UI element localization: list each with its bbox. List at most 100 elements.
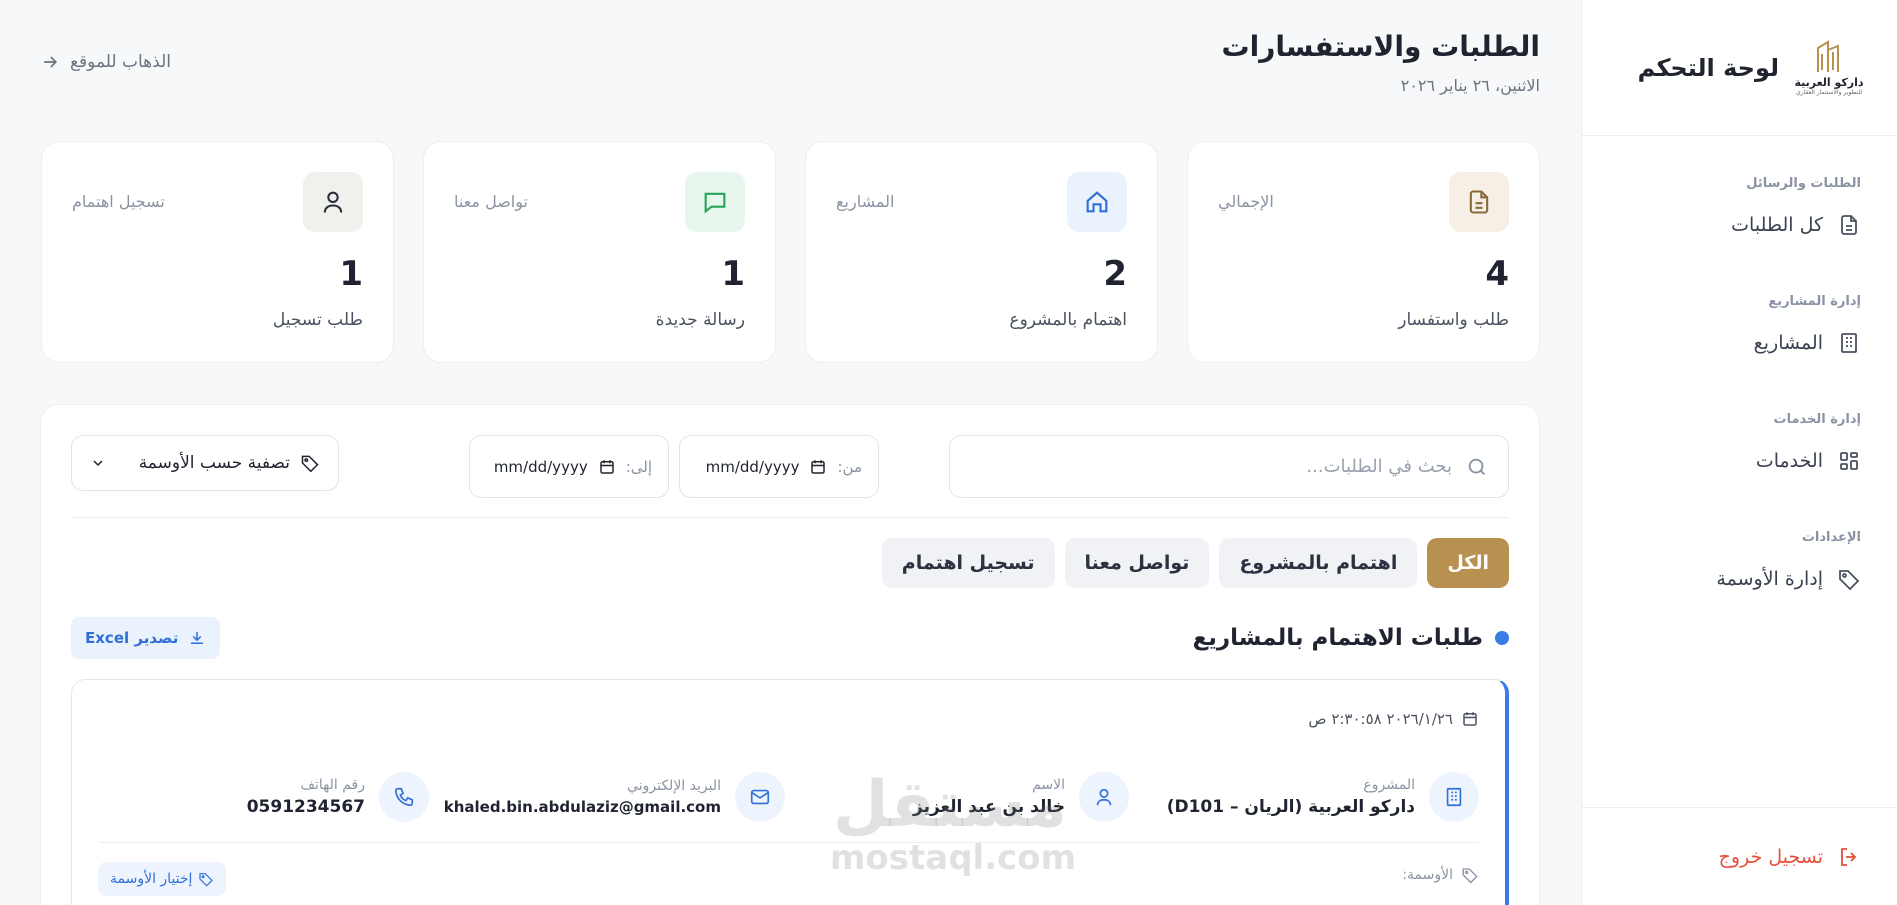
stat-card-contact: تواصل معنا 1 رسالة جديدة [423,141,776,363]
section-dot [1495,631,1509,645]
stat-card-projects: المشاريع 2 اهتمام بالمشروع [805,141,1158,363]
user-icon [1096,788,1112,806]
logout-icon [1841,847,1857,866]
stat-card-total: الإجمالي 4 طلب واستفسار [1187,141,1540,363]
logout-button[interactable]: تسجيل خروج [1581,807,1897,905]
tag-filter-label: تصفية حسب الأوسمة [138,453,290,473]
download-icon [191,632,204,644]
stat-subtitle: طلب واستفسار [1398,310,1509,330]
sidebar-item-label: إدارة الأوسمة [1716,568,1823,590]
calendar-icon [1463,712,1477,726]
stat-subtitle: طلب تسجيل [272,310,363,330]
field-icon-phone [379,772,429,822]
document-icon [1841,215,1857,235]
sidebar-item-label: الخدمات [1755,450,1823,472]
field-name: الاسم خالد بن عبد العزيز [913,772,1129,822]
mail-icon [750,789,770,805]
tab-all[interactable]: الكل [1427,538,1509,588]
search-box[interactable] [949,435,1509,498]
brand: داركو العربية للتطوير والاستثمار العقاري… [1582,0,1897,136]
tab-project-interest[interactable]: اهتمام بالمشروع [1219,538,1418,588]
user-icon [323,191,343,213]
field-label: المشروع [1363,777,1415,793]
field-project: المشروع داركو العربية (الريان – D101) [1167,772,1479,822]
card-divider [99,842,1479,843]
field-value: khaled.bin.abdulaziz@gmail.com [443,798,721,816]
field-label: البريد الإلكتروني [627,778,721,794]
request-card: ٢٠٢٦/١/٢٦ ٢:٣٠:٥٨ ص المشروع داركو العربي… [71,679,1509,905]
stat-value: 1 [339,254,363,294]
nav-heading-services: إدارة الخدمات [1773,412,1861,427]
sidebar-item-projects[interactable]: المشاريع [1582,324,1897,362]
field-phone: رقم الهاتف 0591234567 [247,772,429,822]
search-input[interactable] [992,456,1452,477]
goto-site-link[interactable]: الذهاب للموقع [40,52,171,72]
chevron-down-icon [93,460,103,467]
stat-subtitle: اهتمام بالمشروع [1009,310,1127,330]
sidebar: داركو العربية للتطوير والاستثمار العقاري… [1581,0,1897,905]
tags-row: الأوسمة: [1402,866,1479,884]
field-value: 0591234567 [246,797,365,817]
export-label: تصدير Excel [85,629,179,647]
stats-row: الإجمالي 4 طلب واستفسار المشاريع 2 اهتما… [40,141,1540,363]
phone-icon [394,787,414,807]
choose-tags-button[interactable]: إختيار الأوسمة [98,862,227,896]
stat-icon-projects [1067,172,1127,232]
nav-heading-settings: الإعدادات [1801,530,1861,545]
field-value: خالد بن عبد العزيز [913,797,1065,817]
date-to-field[interactable]: إلى: mm/dd/yyyy [469,435,669,498]
logo-name: داركو العربية [1794,75,1864,89]
filter-tabs: الكل اهتمام بالمشروع تواصل معنا تسجيل اه… [881,538,1509,588]
section-title-text: طلبات الاهتمام بالمشاريع [1192,625,1483,651]
goto-site-label: الذهاب للموقع [70,52,171,72]
nav-heading-projects: إدارة المشاريع [1768,294,1861,309]
field-icon-email [735,772,785,822]
document-icon [1469,190,1489,214]
date-to-label: إلى: [625,457,652,476]
sidebar-item-services[interactable]: الخدمات [1582,442,1897,480]
section-title: طلبات الاهتمام بالمشاريع [1193,625,1509,651]
choose-tags-label: إختيار الأوسمة [110,871,193,887]
arrow-right-icon [44,56,58,68]
stat-value: 2 [1103,254,1127,294]
field-icon-name [1079,772,1129,822]
stat-label: الإجمالي [1218,192,1274,211]
sidebar-nav: الطلبات والرسائل كل الطلبات إدارة المشار… [1582,136,1897,598]
building-logo-icon [1817,39,1839,72]
building-icon [1841,333,1857,353]
tag-icon [1462,868,1478,884]
request-datetime: ٢٠٢٦/١/٢٦ ٢:٣٠:٥٨ ص [1308,710,1479,728]
home-icon [1086,191,1108,213]
stat-card-registration: تسجيل اهتمام 1 طلب تسجيل [41,141,394,363]
tag-icon [301,455,319,473]
date-from-value: mm/dd/yyyy [705,457,800,476]
requests-panel: من: mm/dd/yyyy إلى: mm/dd/yyyy تصفية حسب… [40,404,1540,905]
sidebar-item-all-requests[interactable]: كل الطلبات [1582,206,1897,244]
field-value: داركو العربية (الريان – D101) [1166,797,1415,817]
company-logo[interactable]: داركو العربية للتطوير والاستثمار العقاري [1794,39,1864,96]
tag-filter-select[interactable]: تصفية حسب الأوسمة [71,435,339,491]
stat-value: 4 [1485,254,1509,294]
stat-icon-total [1449,172,1509,232]
tags-label: الأوسمة: [1402,867,1453,883]
date-from-field[interactable]: من: mm/dd/yyyy [679,435,879,498]
field-label: رقم الهاتف [300,777,365,793]
stat-label: تواصل معنا [454,192,528,211]
export-excel-button[interactable]: تصدير Excel [71,617,221,659]
stat-value: 1 [721,254,745,294]
logo-subtitle: للتطوير والاستثمار العقاري [1795,88,1863,96]
stat-label: المشاريع [836,192,895,211]
field-email: البريد الإلكتروني khaled.bin.abdulaziz@g… [444,772,785,822]
tab-registration[interactable]: تسجيل اهتمام [881,538,1055,588]
field-icon-project [1429,772,1479,822]
page-title: الطلبات والاستفسارات [1221,30,1540,63]
stat-icon-registration [303,172,363,232]
tab-contact-us[interactable]: تواصل معنا [1064,538,1210,588]
date-from-label: من: [837,457,862,476]
tag-icon [199,873,214,887]
building-icon [1446,787,1462,807]
tag-icon [1839,570,1860,591]
sidebar-item-tags[interactable]: إدارة الأوسمة [1582,560,1897,598]
stat-subtitle: رسالة جديدة [655,310,745,330]
dashboard-title: لوحة التحكم [1637,53,1779,82]
